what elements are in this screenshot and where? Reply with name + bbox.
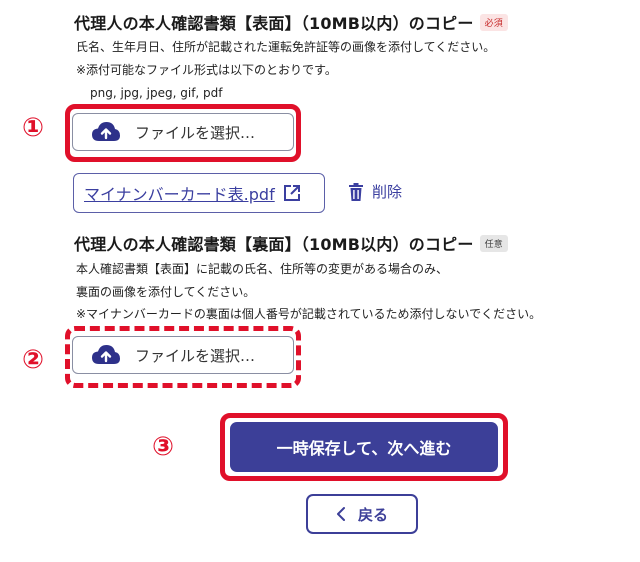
save-and-next-button[interactable]: 一時保存して、次へ進む (230, 422, 498, 472)
back-button[interactable]: 戻る (306, 494, 418, 534)
section2-description-2: 裏面の画像を添付してください。 (76, 285, 256, 299)
section1-title-text: 代理人の本人確認書類【表面】（10MB以内）のコピー (74, 14, 474, 33)
section2-title: 代理人の本人確認書類【裏面】（10MB以内）のコピー 任意 (74, 231, 508, 255)
trash-icon (349, 182, 363, 201)
external-link-icon (283, 185, 300, 201)
step-marker-1: ① (22, 113, 45, 143)
delete-label: 削除 (372, 183, 403, 201)
optional-badge: 任意 (479, 235, 508, 252)
back-label: 戻る (357, 505, 388, 524)
section2-description-3: ※マイナンバーカードの裏面は個人番号が記載されているため添付しないでください。 (76, 307, 542, 321)
step-marker-3: ③ (152, 432, 175, 462)
section1-title: 代理人の本人確認書類【表面】（10MB以内）のコピー 必須 (74, 10, 508, 34)
delete-button[interactable]: 削除 (348, 181, 402, 202)
file-select-label-front: ファイルを選択… (135, 123, 256, 142)
section1-description-2: ※添付可能なファイル形式は以下のとおりです。 (76, 63, 337, 77)
required-badge: 必須 (479, 14, 508, 31)
step-marker-2: ② (22, 345, 45, 375)
cloud-upload-icon (92, 122, 120, 141)
file-select-button-front[interactable]: ファイルを選択… (72, 113, 294, 151)
file-select-button-back[interactable]: ファイルを選択… (72, 336, 294, 374)
section2-description-1: 本人確認書類【表面】に記載の氏名、住所等の変更がある場合のみ、 (76, 262, 449, 276)
section1-description-1: 氏名、生年月日、住所が記載された運転免許証等の画像を添付してください。 (76, 40, 496, 54)
allowed-formats: png, jpg, jpeg, gif, pdf (90, 86, 223, 100)
chevron-left-icon (336, 507, 345, 521)
attached-file-name: マイナンバーカード表.pdf (84, 185, 275, 204)
attached-file-link[interactable]: マイナンバーカード表.pdf (73, 173, 325, 213)
save-and-next-label: 一時保存して、次へ進む (276, 439, 452, 458)
file-select-label-back: ファイルを選択… (135, 346, 256, 365)
cloud-upload-icon (92, 345, 120, 364)
section2-title-text: 代理人の本人確認書類【裏面】（10MB以内）のコピー (74, 235, 474, 254)
